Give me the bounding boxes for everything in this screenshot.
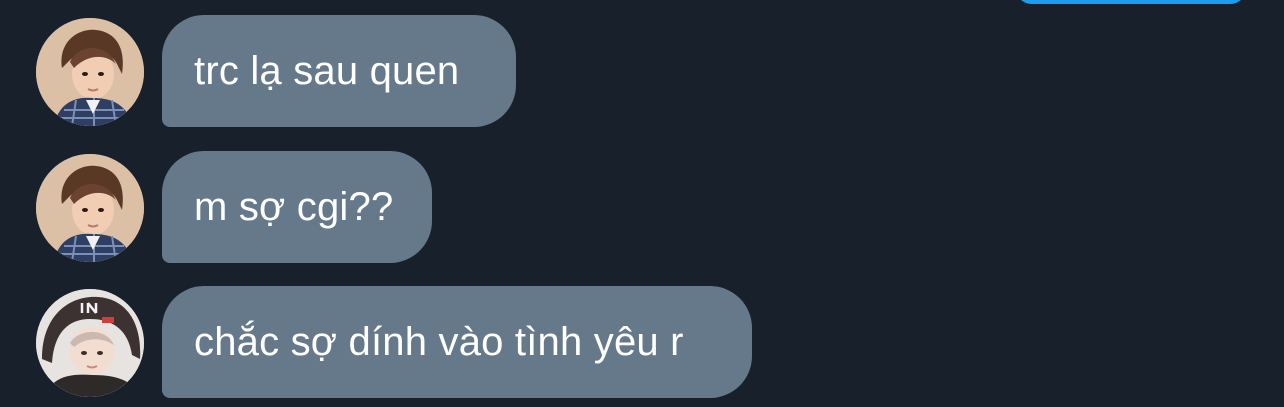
avatar-brown-hair-icon[interactable] <box>36 154 144 262</box>
portrait-icon <box>36 18 144 126</box>
message-bubble[interactable]: chắc sợ dính vào tình yêu r <box>162 286 752 398</box>
message-text: m sợ cgi?? <box>194 184 394 229</box>
message-bubble[interactable]: m sợ cgi?? <box>162 151 432 263</box>
sent-message-bubble-partial <box>1015 0 1247 4</box>
message-row: chắc sợ dính vào tình yêu r <box>0 286 1284 398</box>
message-text: chắc sợ dính vào tình yêu r <box>194 319 684 364</box>
message-row: trc lạ sau quen <box>0 15 1284 127</box>
message-text: trc lạ sau quen <box>194 48 460 93</box>
avatar-hooded-icon[interactable] <box>36 289 144 397</box>
portrait-icon <box>36 154 144 262</box>
avatar-brown-hair-icon[interactable] <box>36 18 144 126</box>
message-bubble[interactable]: trc lạ sau quen <box>162 15 516 127</box>
message-row: m sợ cgi?? <box>0 151 1284 263</box>
portrait-icon <box>36 289 144 397</box>
